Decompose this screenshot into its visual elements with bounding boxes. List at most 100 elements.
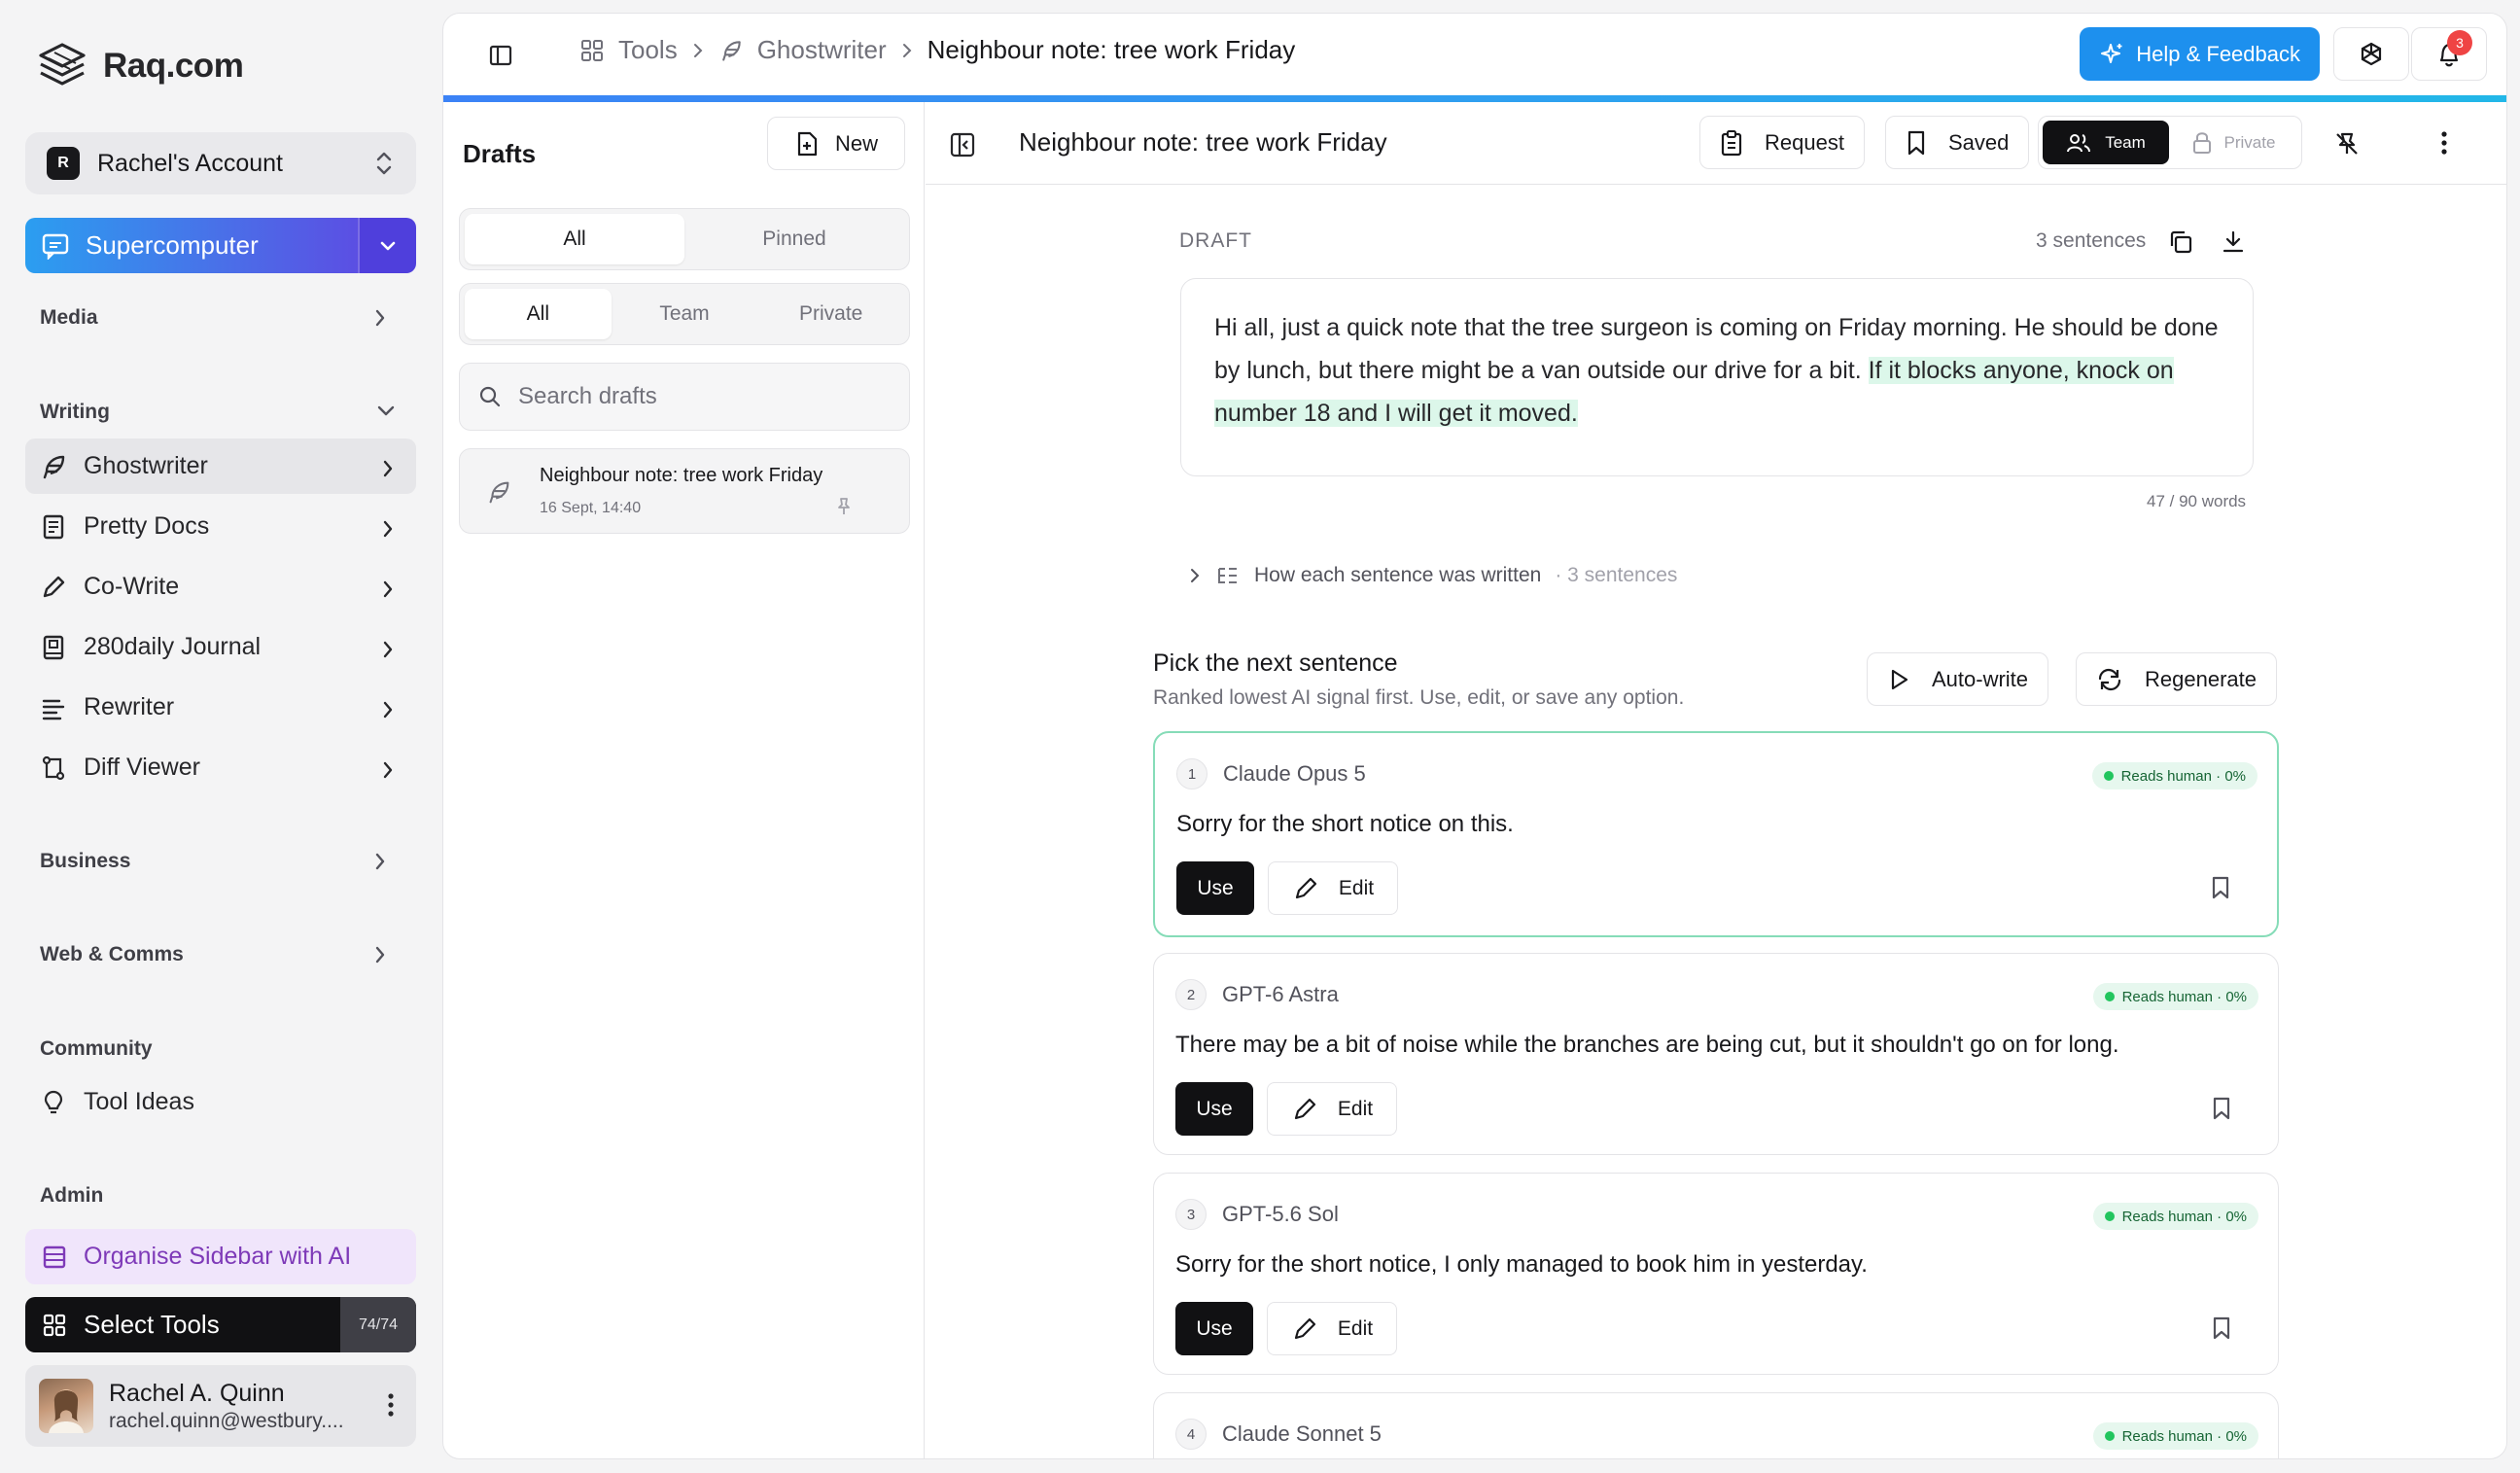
sentence-history-toggle[interactable]: How each sentence was written · 3 senten… [1188,564,1677,587]
lightbulb-icon [44,1090,63,1113]
notification-badge: 3 [2447,30,2472,55]
regenerate-label: Regenerate [2145,666,2257,691]
chevron-down-icon[interactable] [375,404,397,418]
section-business[interactable]: Business [40,850,130,873]
signal-text: Reads human · 0% [2120,767,2246,785]
filter-private[interactable]: Private [757,289,904,339]
chevron-right-icon[interactable] [373,944,387,965]
regenerate-button[interactable]: Regenerate [2076,652,2277,706]
user-email: rachel.quinn@westbury.... [109,1409,344,1432]
breadcrumb-ghostwriter[interactable]: Ghostwriter [757,35,887,65]
chevron-down-icon [380,241,396,250]
grid-icon [581,39,603,61]
bookmark-icon[interactable] [2211,875,2230,900]
sparkle-icon [2101,43,2122,63]
use-button[interactable]: Use [1175,1082,1253,1136]
panel-left-icon[interactable] [949,131,976,158]
sidebar-item-ghostwriter[interactable]: Ghostwriter [25,438,416,494]
editor-title[interactable]: Neighbour note: tree work Friday [1019,127,1387,158]
user-name: Rachel A. Quinn [109,1379,285,1407]
option-card[interactable]: 1 Claude Opus 5 Reads human · 0% Sorry f… [1153,731,2279,937]
new-draft-button[interactable]: New [767,117,905,170]
notifications-button[interactable]: 3 [2411,27,2487,81]
edit-button[interactable]: Edit [1267,1302,1397,1355]
search-icon [479,386,501,407]
section-writing[interactable]: Writing [40,401,110,424]
private-option[interactable]: Private [2169,121,2297,164]
feather-icon [721,40,741,61]
breadcrumb-tools[interactable]: Tools [618,35,678,65]
section-media[interactable]: Media [40,306,98,330]
sidebar-item-rewriter[interactable]: Rewriter [25,680,416,735]
pin-filter: All Pinned [459,208,910,270]
option-card[interactable]: 3 GPT-5.6 Sol Reads human · 0% Sorry for… [1153,1173,2279,1375]
help-feedback-button[interactable]: Help & Feedback [2080,27,2320,81]
download-icon[interactable] [2221,229,2246,255]
filter-all-visibility[interactable]: All [465,289,612,339]
organise-sidebar-button[interactable]: Organise Sidebar with AI [25,1229,416,1284]
account-switcher[interactable]: R Rachel's Account [25,132,416,194]
draft-text[interactable]: Hi all, just a quick note that the tree … [1180,278,2254,476]
breadcrumb: Tools Ghostwriter Neighbour note: tree w… [579,35,1295,65]
more-vertical-icon[interactable] [387,1392,395,1418]
request-button[interactable]: Request [1699,116,1865,169]
sidebar-item-diff-viewer[interactable]: Diff Viewer [25,740,416,795]
use-button[interactable]: Use [1175,1302,1253,1355]
option-text: Sorry for the short notice, I only manag… [1175,1251,1868,1278]
edit-button[interactable]: Edit [1268,861,1398,915]
sidebar-item-label: 280daily Journal [84,633,262,660]
signal-badge: Reads human · 0% [2091,762,2258,789]
openai-icon [2361,42,2382,65]
sentence-count: 3 sentences [2036,229,2147,252]
openai-button[interactable] [2333,27,2409,81]
bookmark-icon[interactable] [2212,1096,2231,1121]
more-vertical-icon[interactable] [2440,130,2448,156]
pin-icon[interactable] [835,496,853,517]
app-name: Raq.com [103,47,244,85]
supercomputer-dropdown[interactable] [358,218,416,273]
option-model: GPT-5.6 Sol [1222,1202,1339,1226]
drafts-panel: Drafts New All Pinned All Team Private S… [443,102,925,1458]
select-tools-button[interactable]: Select Tools 74/74 [25,1297,416,1352]
option-card[interactable]: 2 GPT-6 Astra Reads human · 0% There may… [1153,953,2279,1155]
stack-logo-icon [39,43,86,86]
feather-icon [489,481,509,504]
saved-button[interactable]: Saved [1885,116,2030,169]
signal-text: Reads human · 0% [2121,1427,2247,1445]
visibility-filter: All Team Private [459,283,910,345]
filter-pinned[interactable]: Pinned [684,214,904,264]
filter-all[interactable]: All [465,214,684,264]
organise-label: Organise Sidebar with AI [84,1243,352,1270]
how-count: · 3 sentences [1555,564,1678,586]
edit-button[interactable]: Edit [1267,1082,1397,1136]
app-logo[interactable]: Raq.com [35,39,244,93]
sidebar-item-tool-ideas[interactable]: Tool Ideas [25,1074,416,1130]
copy-icon[interactable] [2168,229,2193,255]
auto-write-button[interactable]: Auto-write [1867,652,2049,706]
team-option[interactable]: Team [2043,121,2169,164]
edit-label: Edit [1337,1097,1374,1120]
option-number: 1 [1176,758,1208,789]
pin-off-icon[interactable] [2333,130,2361,158]
chevron-right-icon [383,580,393,598]
search-input[interactable]: Search drafts [459,363,910,431]
bookmark-icon[interactable] [2212,1315,2231,1341]
supercomputer-button[interactable]: Supercomputer [25,218,416,273]
supercomputer-label: Supercomputer [86,230,259,260]
sidebar-item-pretty-docs[interactable]: Pretty Docs [25,499,416,554]
option-number: 4 [1175,1419,1207,1450]
chevron-right-icon[interactable] [373,851,387,872]
sidebar-toggle-icon[interactable] [488,43,513,68]
draft-list-item[interactable]: Neighbour note: tree work Friday 16 Sept… [459,448,910,534]
option-card[interactable]: 4 Claude Sonnet 5 Reads human · 0% [1153,1392,2279,1458]
grid-icon [43,1314,66,1336]
top-bar: Tools Ghostwriter Neighbour note: tree w… [443,14,2506,96]
sidebar-item-co-write[interactable]: Co-Write [25,559,416,614]
section-web-comms[interactable]: Web & Comms [40,943,184,966]
option-model: Claude Opus 5 [1223,761,1366,786]
chevron-right-icon[interactable] [373,307,387,329]
sidebar-item-280daily-journal[interactable]: 280daily Journal [25,619,416,675]
filter-team[interactable]: Team [612,289,758,339]
user-profile[interactable]: Rachel A. Quinn rachel.quinn@westbury...… [25,1365,416,1447]
use-button[interactable]: Use [1176,861,1254,915]
